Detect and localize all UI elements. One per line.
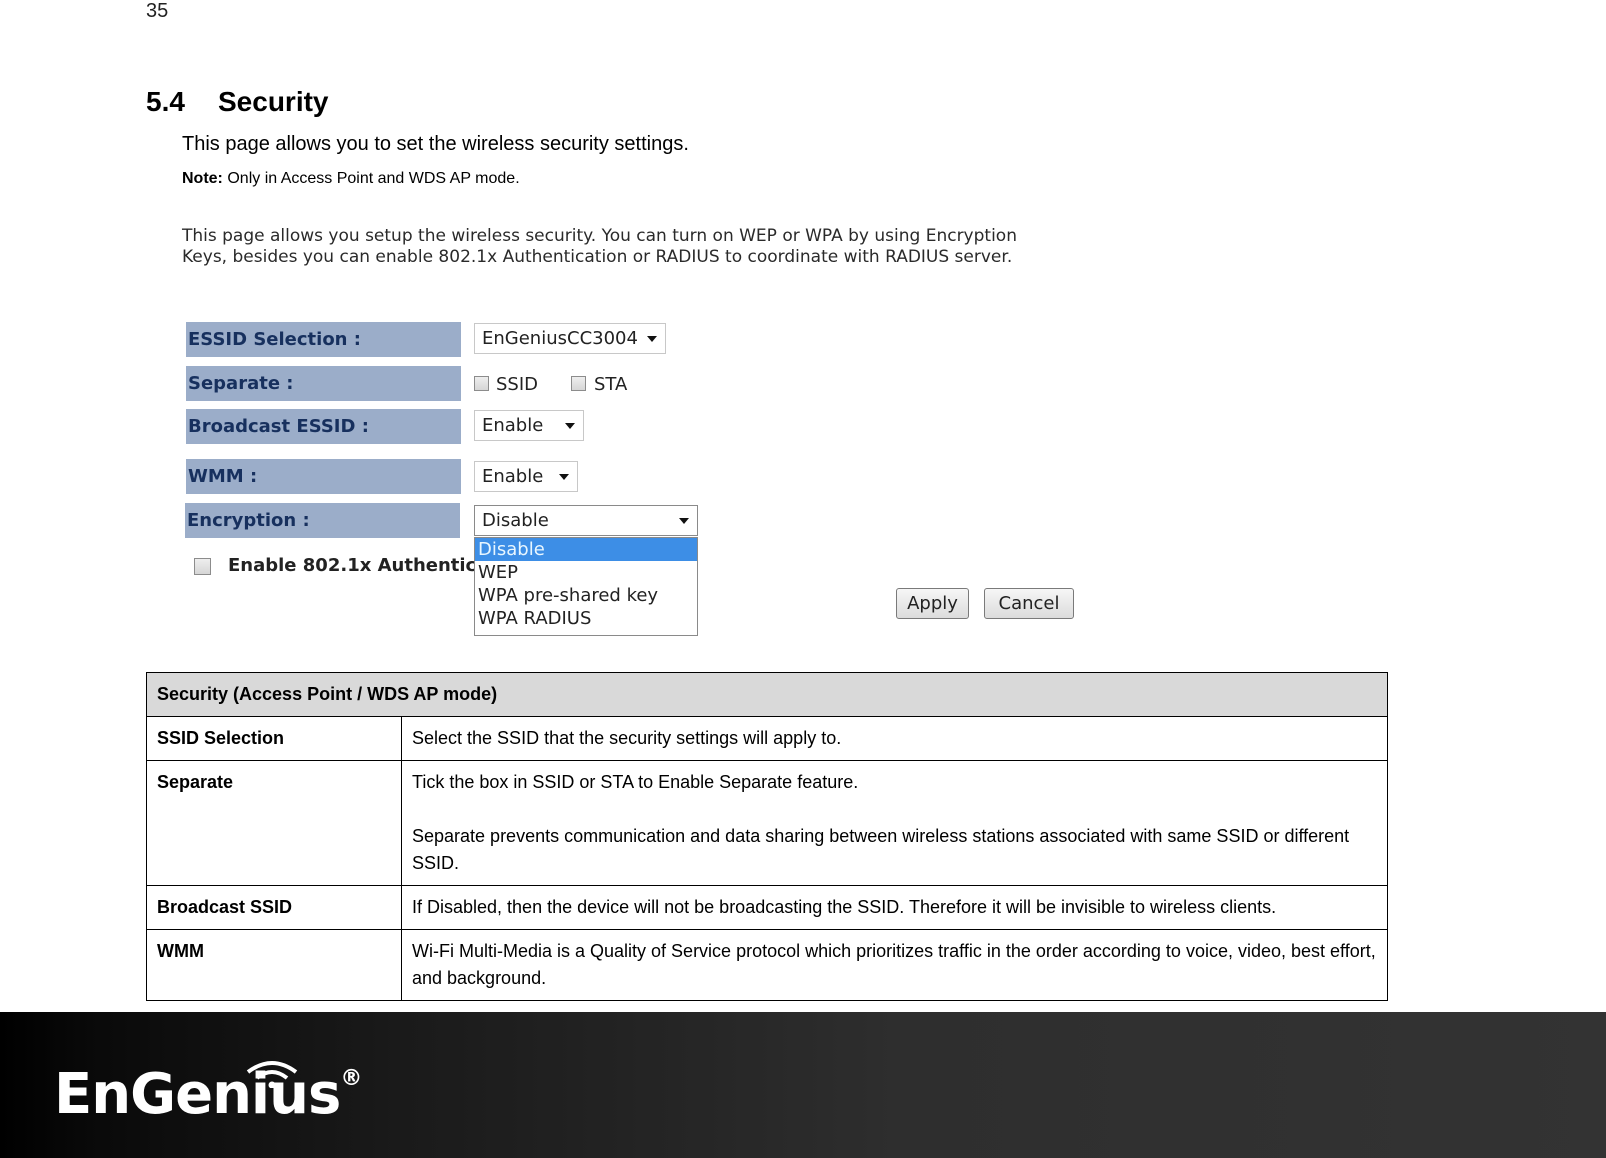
row-paragraph: Separate prevents communication and data…: [412, 826, 1350, 873]
encryption-select[interactable]: Disable: [474, 505, 698, 536]
cancel-button[interactable]: Cancel: [984, 588, 1074, 619]
table-header-row: Security (Access Point / WDS AP mode): [146, 672, 1388, 717]
row-key: Separate: [146, 760, 402, 886]
registered-mark: ®: [340, 1066, 362, 1091]
wmm-select[interactable]: Enable: [474, 461, 578, 492]
row-value: If Disabled, then the device will not be…: [401, 885, 1388, 930]
security-description-table: Security (Access Point / WDS AP mode) SS…: [146, 672, 1388, 1001]
encryption-option-wpa-radius[interactable]: WPA RADIUS: [475, 607, 697, 630]
wmm-value: Enable: [482, 466, 544, 487]
note: Note: Only in Access Point and WDS AP mo…: [182, 170, 520, 188]
essid-selection-label: ESSID Selection :: [186, 322, 461, 357]
wmm-label: WMM :: [186, 459, 461, 494]
apply-button[interactable]: Apply: [896, 588, 969, 619]
chevron-down-icon: [565, 423, 575, 429]
row-paragraph: If Disabled, then the device will not be…: [412, 897, 1277, 917]
chevron-down-icon: [679, 518, 689, 524]
separate-ssid-checkbox[interactable]: [474, 376, 489, 391]
encryption-value: Disable: [482, 510, 549, 531]
broadcast-essid-value: Enable: [482, 415, 544, 436]
row-value: Wi-Fi Multi-Media is a Quality of Servic…: [401, 929, 1388, 1001]
encryption-option-disable[interactable]: Disable: [475, 538, 697, 561]
row-value: Select the SSID that the security settin…: [401, 716, 1388, 761]
encryption-option-wpa-psk[interactable]: WPA pre-shared key: [475, 584, 697, 607]
chevron-down-icon: [647, 336, 657, 342]
separate-ssid-label: SSID: [496, 374, 539, 395]
broadcast-essid-label: Broadcast ESSID :: [186, 409, 461, 444]
row-key: Broadcast SSID: [146, 885, 402, 930]
table-header: Security (Access Point / WDS AP mode): [146, 672, 1388, 717]
row-value: Tick the box in SSID or STA to Enable Se…: [401, 760, 1388, 886]
table-row: SSID Selection Select the SSID that the …: [146, 716, 1388, 761]
broadcast-essid-select[interactable]: Enable: [474, 410, 584, 441]
separate-sta-checkbox[interactable]: [571, 376, 586, 391]
encryption-label: Encryption :: [185, 503, 460, 538]
row-key: WMM: [146, 929, 402, 1001]
page-number: 35: [146, 0, 169, 22]
row-key: SSID Selection: [146, 716, 402, 761]
row-paragraph: Tick the box in SSID or STA to Enable Se…: [412, 772, 859, 792]
intro-text: This page allows you to set the wireless…: [182, 133, 689, 155]
engenius-logo: EnGenius®: [54, 1062, 362, 1127]
row-paragraph: Select the SSID that the security settin…: [412, 728, 842, 748]
enable-8021x-checkbox[interactable]: [194, 558, 211, 575]
essid-selection-value: EnGeniusCC3004: [482, 328, 638, 349]
encryption-dropdown-list: Disable WEP WPA pre-shared key WPA RADIU…: [474, 537, 698, 636]
chevron-down-icon: [559, 474, 569, 480]
table-row: Separate Tick the box in SSID or STA to …: [146, 760, 1388, 886]
note-text: Only in Access Point and WDS AP mode.: [227, 170, 520, 187]
table-row: WMM Wi-Fi Multi-Media is a Quality of Se…: [146, 929, 1388, 1001]
separate-sta-label: STA: [594, 374, 628, 395]
section-title-text: Security: [218, 86, 329, 117]
wifi-icon: [246, 1061, 298, 1088]
screenshot-description: This page allows you setup the wireless …: [182, 226, 1017, 267]
section-number: 5.4: [146, 86, 185, 117]
note-label: Note:: [182, 170, 223, 187]
table-row: Broadcast SSID If Disabled, then the dev…: [146, 885, 1388, 930]
encryption-option-wep[interactable]: WEP: [475, 561, 697, 584]
row-paragraph: Wi-Fi Multi-Media is a Quality of Servic…: [412, 941, 1376, 988]
enable-8021x-label: Enable 802.1x Authentication: [228, 555, 474, 576]
section-title: 5.4 Security: [146, 86, 329, 118]
separate-label: Separate :: [186, 366, 461, 401]
essid-selection-select[interactable]: EnGeniusCC3004: [474, 323, 666, 354]
